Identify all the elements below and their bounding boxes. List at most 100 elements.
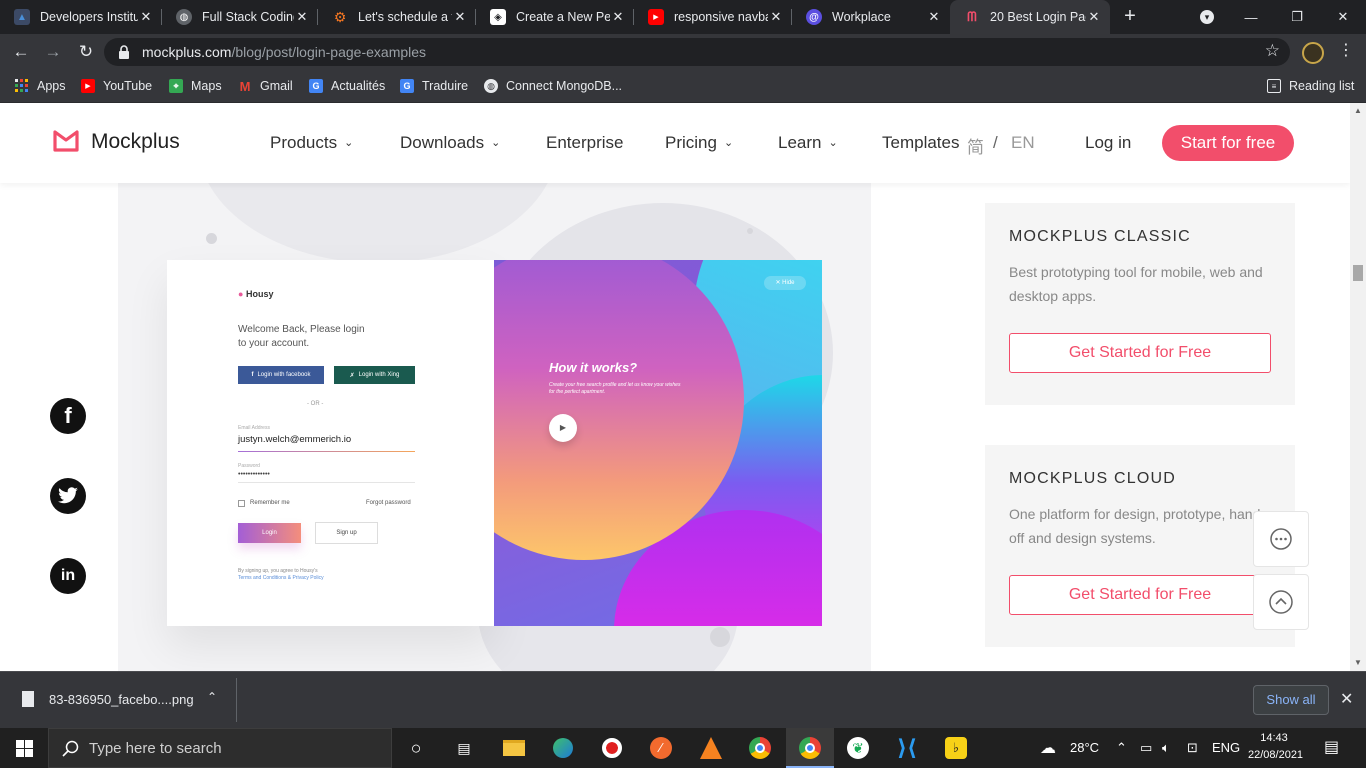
facebook-login-button: f Login with facebook	[238, 366, 324, 384]
close-shelf-icon[interactable]: ✕	[1340, 689, 1353, 709]
show-all-downloads-button[interactable]: Show all	[1253, 685, 1329, 715]
browser-menu-icon[interactable]: ⋮	[1338, 40, 1354, 60]
play-icon: ▶	[549, 414, 577, 442]
volume-icon[interactable]: 🔈︎	[1162, 740, 1170, 756]
close-tab-icon[interactable]: ✕	[768, 9, 784, 25]
download-item[interactable]: 83-836950_facebo....png	[49, 692, 194, 707]
card-title: MOCKPLUS CLASSIC	[1009, 228, 1191, 245]
language-indicator[interactable]: ENG	[1212, 740, 1240, 755]
start-button[interactable]	[0, 728, 48, 768]
clock-time[interactable]: 14:43	[1250, 732, 1298, 744]
scroll-down-arrow[interactable]: ▼	[1354, 658, 1362, 667]
browser-tab[interactable]: ◈ Create a New Pen ✕	[476, 0, 634, 34]
mockup-login-button: Login	[238, 523, 301, 543]
taskbar-search[interactable]: Type here to search	[48, 728, 392, 768]
nav-enterprise[interactable]: Enterprise	[546, 133, 623, 153]
chevron-up-icon[interactable]: ⌃	[1116, 740, 1127, 756]
close-tab-icon[interactable]: ✕	[138, 9, 154, 25]
globe-icon: ◍	[484, 79, 498, 93]
browser-tab[interactable]: ▲ Developers Institu ✕	[0, 0, 162, 34]
card-title: MOCKPLUS CLOUD	[1009, 470, 1177, 487]
browser-tab[interactable]: ▶ responsive navba ✕	[634, 0, 792, 34]
url-text: mockplus.com/blog/post/login-page-exampl…	[142, 44, 427, 60]
lang-zh[interactable]: 简	[967, 133, 984, 158]
brand-name[interactable]: Mockplus	[91, 130, 180, 154]
close-tab-icon[interactable]: ✕	[926, 9, 942, 25]
chrome-icon[interactable]	[746, 734, 774, 762]
tab-search-button[interactable]: ▾	[1184, 0, 1230, 34]
back-to-top-button[interactable]	[1253, 574, 1309, 630]
get-started-cloud-button[interactable]: Get Started for Free	[1009, 575, 1271, 615]
nav-pricing[interactable]: Pricing ⌄	[665, 133, 733, 153]
network-app-icon[interactable]	[549, 734, 577, 762]
twitter-share-icon[interactable]	[50, 478, 86, 514]
linkedin-share-icon[interactable]: in	[50, 558, 86, 594]
card-description: One platform for design, prototype, hand…	[1009, 506, 1266, 546]
weather-temp[interactable]: 28°C	[1070, 740, 1099, 755]
mongodb-compass-icon[interactable]: ❦	[844, 734, 872, 762]
nav-downloads[interactable]: Downloads ⌄	[400, 133, 500, 153]
get-started-classic-button[interactable]: Get Started for Free	[1009, 333, 1271, 373]
browser-tab[interactable]: ◍ Full Stack Coding ✕	[162, 0, 318, 34]
battery-icon[interactable]: ▭	[1140, 740, 1152, 756]
network-icon[interactable]: ⊡	[1187, 740, 1198, 756]
back-button[interactable]: ←	[9, 40, 33, 64]
record-app-icon[interactable]	[598, 734, 626, 762]
scroll-thumb[interactable]	[1353, 265, 1363, 281]
brush-app-icon[interactable]: ⁄	[647, 734, 675, 762]
bookmark-mongodb[interactable]: ◍ Connect MongoDB...	[484, 76, 622, 96]
bookmark-maps[interactable]: ⌖ Maps	[169, 76, 222, 96]
nav-learn[interactable]: Learn ⌄	[778, 133, 838, 153]
profile-avatar[interactable]	[1302, 42, 1324, 64]
notifications-icon[interactable]: ▤	[1324, 737, 1339, 757]
bookmark-traduire[interactable]: G Traduire	[400, 76, 468, 96]
article-hero-image: ● Housy Welcome Back, Please login to yo…	[118, 183, 871, 671]
page-scrollbar[interactable]: ▲ ▼	[1350, 103, 1366, 671]
scroll-up-arrow[interactable]: ▲	[1354, 106, 1362, 115]
timeline-icon[interactable]: ▤	[450, 734, 478, 762]
login-link[interactable]: Log in	[1085, 133, 1131, 153]
vlc-icon[interactable]	[697, 734, 725, 762]
facebook-share-icon[interactable]: f	[50, 398, 86, 434]
lang-en[interactable]: EN	[1011, 133, 1035, 153]
close-tab-icon[interactable]: ✕	[294, 9, 310, 25]
new-tab-button[interactable]: +	[1118, 4, 1142, 28]
minimize-button[interactable]: —	[1228, 0, 1274, 34]
close-tab-icon[interactable]: ✕	[1086, 9, 1102, 25]
lock-icon	[119, 45, 129, 59]
bookmark-youtube[interactable]: ▶ YouTube	[81, 76, 152, 96]
browser-tab[interactable]: @ Workplace ✕	[792, 0, 950, 34]
chat-icon	[1270, 528, 1292, 550]
mockplus-logo-icon[interactable]	[53, 129, 79, 153]
nav-products[interactable]: Products ⌄	[270, 133, 353, 153]
weather-icon[interactable]: ☁	[1040, 738, 1056, 758]
nav-templates[interactable]: Templates	[882, 133, 959, 153]
vscode-icon[interactable]: ⟩⟨	[893, 734, 921, 762]
browser-tab-active[interactable]: ᗰ 20 Best Login Pag ✕	[950, 0, 1110, 34]
reading-list-icon: ≡	[1267, 79, 1281, 93]
maps-icon: ⌖	[169, 79, 183, 93]
close-tab-icon[interactable]: ✕	[452, 9, 468, 25]
hubspot-icon: ⚙	[333, 8, 347, 25]
forward-button[interactable]: →	[41, 40, 65, 64]
task-view-icon[interactable]: ○	[402, 734, 430, 762]
clock-date[interactable]: 22/08/2021	[1248, 749, 1303, 761]
reading-list-button[interactable]: ≡ Reading list	[1267, 76, 1354, 96]
chevron-up-icon[interactable]: ⌃	[207, 690, 217, 704]
chrome-profile-icon[interactable]	[796, 734, 824, 762]
close-window-button[interactable]: ✕	[1320, 0, 1366, 34]
gmail-icon: M	[239, 78, 251, 94]
address-bar[interactable]: mockplus.com/blog/post/login-page-exampl…	[104, 38, 1290, 66]
start-for-free-button[interactable]: Start for free	[1162, 125, 1294, 161]
close-tab-icon[interactable]: ✕	[610, 9, 626, 25]
reload-button[interactable]: ↻	[74, 40, 98, 64]
chat-button[interactable]	[1253, 511, 1309, 567]
yellow-app-icon[interactable]: ♭	[942, 734, 970, 762]
browser-tab[interactable]: ⚙ Let's schedule a t ✕	[318, 0, 476, 34]
bookmark-apps[interactable]: Apps	[15, 76, 66, 96]
bookmark-actualites[interactable]: G Actualités	[309, 76, 385, 96]
restore-button[interactable]: ❐	[1274, 0, 1320, 34]
bookmark-gmail[interactable]: M Gmail	[238, 76, 293, 96]
bookmark-star-icon[interactable]: ☆	[1265, 41, 1280, 61]
file-explorer-icon[interactable]	[500, 734, 528, 762]
